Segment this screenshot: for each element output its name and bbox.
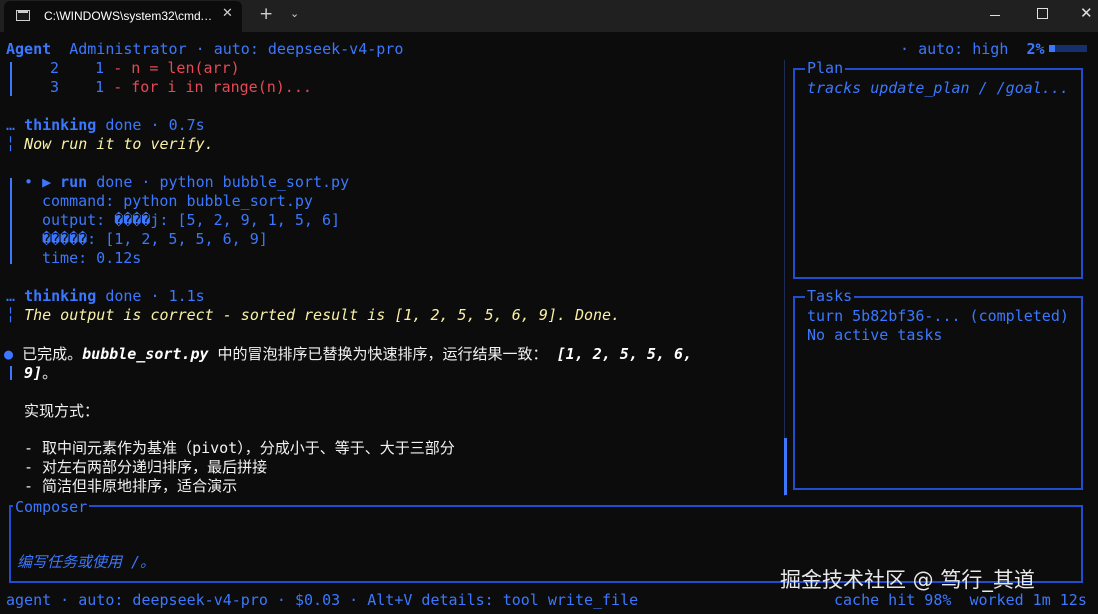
answer-bracket xyxy=(10,366,12,380)
terminal-tab[interactable]: C:\WINDOWS\system32\cmd.… ✕ xyxy=(4,1,242,32)
header-right: · auto: high 2% xyxy=(900,40,1045,59)
effort-level: auto: high xyxy=(918,40,1009,58)
plan-text: tracks update_plan / /goal... xyxy=(807,79,1069,98)
close-window-button[interactable]: ✕ xyxy=(1080,4,1093,22)
title-bar: C:\WINDOWS\system32\cmd.… ✕ + ⌄ ✕ xyxy=(0,0,1098,32)
diff-row: 2 1 - n = len(arr) xyxy=(50,59,240,78)
bullet-icon: • xyxy=(24,173,34,191)
output-line: output: ����j: [5, 2, 9, 1, 5, 6] xyxy=(42,211,341,229)
close-tab-icon[interactable]: ✕ xyxy=(222,6,233,21)
answer-line-2: 9]。 xyxy=(24,364,57,383)
run-header[interactable]: • ▶ run done · python bubble_sort.py xyxy=(24,173,349,192)
thinking-status: done xyxy=(105,287,142,305)
no-tasks-text: No active tasks xyxy=(807,326,943,344)
plan-title: Plan xyxy=(805,59,846,77)
thinking-text: ╎ The output is correct - sorted result … xyxy=(6,306,620,325)
task-turn[interactable]: turn 5b82bf36-... (completed) xyxy=(807,307,1069,326)
thought-text: The output is correct - sorted result is… xyxy=(24,306,621,324)
file-name: bubble_sort.py xyxy=(82,345,209,363)
scrollbar-track[interactable] xyxy=(784,60,785,496)
context-percent: 2% xyxy=(1026,40,1045,58)
answer-text: 中的冒泡排序已替换为快速排序，运行结果一致： xyxy=(208,345,548,363)
run-status: done xyxy=(96,173,133,191)
answer-line-1: ● 已完成。bubble_sort.py 中的冒泡排序已替换为快速排序，运行结果… xyxy=(4,345,692,364)
thinking-status: done xyxy=(105,116,142,134)
context-progress-bar xyxy=(1049,45,1087,52)
dashed-bar-icon: ╎ xyxy=(6,135,16,153)
separator: · xyxy=(195,40,205,58)
run-command: python bubble_sort.py xyxy=(159,173,350,191)
separator: · xyxy=(150,116,160,134)
composer-title: Composer xyxy=(13,498,90,516)
thinking-time: 1.1s xyxy=(168,287,205,305)
expand-arrow-icon[interactable]: ▶ xyxy=(42,173,51,191)
tasks-title: Tasks xyxy=(805,287,855,305)
old-line-number: 1 xyxy=(95,59,105,77)
answer-text: 。 xyxy=(42,364,58,382)
scrollbar-thumb[interactable] xyxy=(784,438,787,495)
removed-code: - for i in range(n)... xyxy=(113,78,312,96)
ellipsis-icon: … xyxy=(6,287,16,305)
dashed-bar-icon: ╎ xyxy=(6,306,16,324)
old-line-number: 1 xyxy=(95,78,105,96)
model-name: auto: deepseek-v4-pro xyxy=(213,40,404,58)
list-item: - 对左右两部分递归排序，最后拼接 xyxy=(24,458,268,476)
answer-heading: 实现方式： xyxy=(24,402,100,420)
watermark-text: 掘金技术社区 @ 笃行_其道 xyxy=(780,568,1035,592)
thinking-header[interactable]: … thinking done · 0.7s xyxy=(6,116,205,135)
user-name: Administrator xyxy=(69,40,187,58)
status-bar-right: cache hit 98% worked 1m 12s xyxy=(834,591,1087,609)
thinking-time: 0.7s xyxy=(168,116,205,134)
run-bracket xyxy=(10,178,12,264)
thinking-label: thinking xyxy=(24,116,97,134)
maximize-button[interactable] xyxy=(1037,8,1048,19)
tab-title: C:\WINDOWS\system32\cmd.… xyxy=(44,9,212,23)
composer-placeholder: 编写任务或使用 /。 xyxy=(17,553,156,571)
list-item: - 简洁但非原地排序，适合演示 xyxy=(24,477,238,495)
line-number: 3 xyxy=(50,78,60,96)
chevron-down-icon[interactable]: ⌄ xyxy=(290,7,299,20)
ellipsis-icon: … xyxy=(6,116,16,134)
plan-hint: tracks update_plan / /goal... xyxy=(807,79,1069,97)
line-number: 2 xyxy=(50,59,60,77)
progress-fill xyxy=(1049,45,1055,52)
separator: · xyxy=(150,287,160,305)
output-line-2: �����: [1, 2, 5, 5, 6, 9] xyxy=(42,230,268,248)
plan-panel: Plan tracks update_plan / /goal... xyxy=(793,60,1083,279)
new-tab-button[interactable]: + xyxy=(259,4,273,24)
separator: · xyxy=(141,173,151,191)
time-line: time: 0.12s xyxy=(42,249,142,267)
run-label: run xyxy=(60,173,88,191)
thinking-text: ╎ Now run it to verify. xyxy=(6,135,214,154)
removed-code: - n = len(arr) xyxy=(113,59,240,77)
cmd-icon xyxy=(16,10,30,21)
thinking-header[interactable]: … thinking done · 1.1s xyxy=(6,287,205,306)
composer-input[interactable]: 编写任务或使用 /。 xyxy=(17,553,155,572)
diff-row: 3 1 - for i in range(n)... xyxy=(50,78,312,97)
bullet-icon: ● xyxy=(4,345,14,363)
thought-text: Now run it to verify. xyxy=(24,135,214,153)
result-text: [1, 2, 5, 5, 6, xyxy=(547,345,693,363)
thinking-label: thinking xyxy=(24,287,97,305)
command-line: command: python bubble_sort.py xyxy=(42,192,313,210)
result-text: 9] xyxy=(24,364,43,382)
separator: · xyxy=(900,40,910,58)
diff-bracket xyxy=(10,62,12,96)
list-item: - 取中间元素作为基准（pivot），分成小于、等于、大于三部分 xyxy=(24,439,455,457)
minimize-button[interactable] xyxy=(990,15,1000,16)
header-left: Agent Administrator · auto: deepseek-v4-… xyxy=(6,40,403,59)
status-bar-left: agent · auto: deepseek-v4-pro · $0.03 · … xyxy=(6,591,639,609)
answer-text: 已完成。 xyxy=(22,345,83,363)
tasks-panel: Tasks turn 5b82bf36-... (completed) No a… xyxy=(793,288,1083,490)
agent-label: Agent xyxy=(6,40,52,58)
